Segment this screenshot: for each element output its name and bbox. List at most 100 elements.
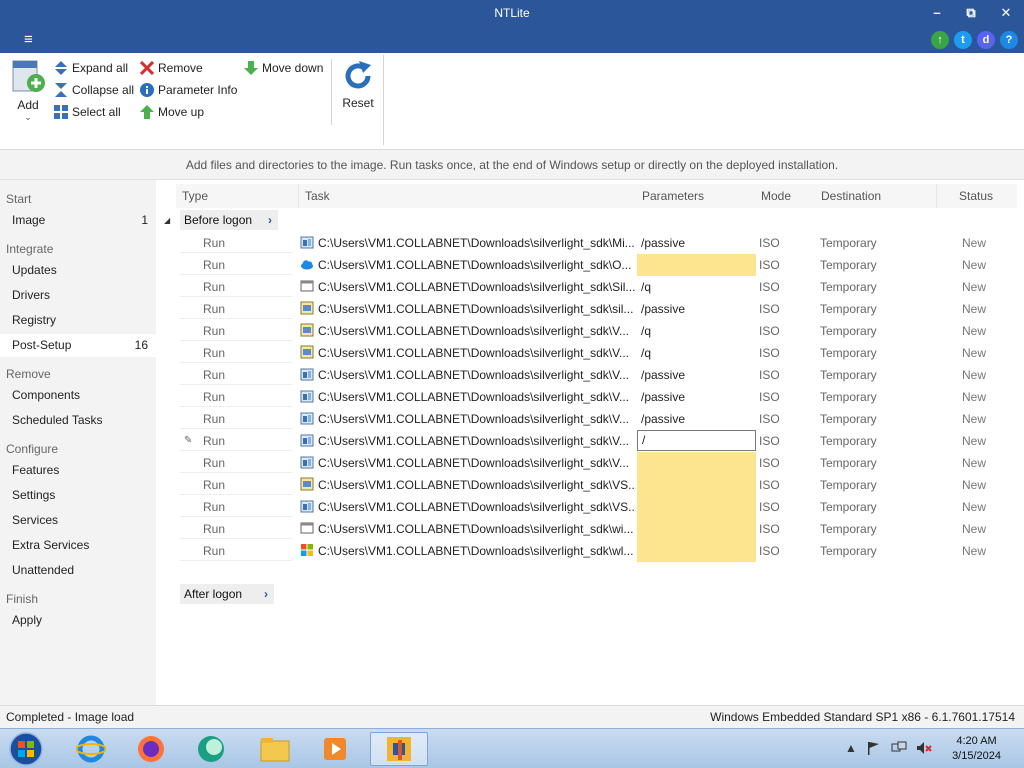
column-header-mode[interactable]: Mode <box>755 184 815 208</box>
cell-destination[interactable]: Temporary <box>820 298 877 320</box>
discord-icon[interactable]: d <box>977 31 995 49</box>
sidebar-item-scheduled-tasks[interactable]: Scheduled Tasks <box>0 409 156 432</box>
select-all-button[interactable]: Select all <box>54 103 121 121</box>
parameter-info-button[interactable]: Parameter Info <box>140 81 237 99</box>
update-arrow-icon[interactable]: ↑ <box>931 31 949 49</box>
taskbar-app[interactable] <box>182 732 240 766</box>
table-row[interactable]: Run C:\Users\VM1.COLLABNET\Downloads\silv… <box>156 496 1024 518</box>
cell-parameters[interactable] <box>637 518 756 540</box>
table-row[interactable]: Run C:\Users\VM1.COLLABNET\Downloads\silv… <box>156 320 1024 342</box>
cell-task[interactable]: C:\Users\VM1.COLLABNET\Downloads\silverl… <box>300 232 636 254</box>
table-row[interactable]: Run C:\Users\VM1.COLLABNET\Downloads\silv… <box>156 386 1024 408</box>
cell-parameters[interactable]: /passive <box>637 232 756 254</box>
network-icon[interactable] <box>891 741 907 758</box>
column-header-parameters[interactable]: Parameters <box>636 184 755 208</box>
collapse-all-button[interactable]: Collapse all <box>54 81 134 99</box>
cell-parameters[interactable] <box>637 474 756 496</box>
table-row[interactable]: Run C:\Users\VM1.COLLABNET\Downloads\silv… <box>156 518 1024 540</box>
table-row[interactable]: Run C:\Users\VM1.COLLABNET\Downloads\silv… <box>156 342 1024 364</box>
cell-destination[interactable]: Temporary <box>820 320 877 342</box>
sidebar-item-unattended[interactable]: Unattended <box>0 559 156 582</box>
sidebar-item-drivers[interactable]: Drivers <box>0 284 156 307</box>
sidebar-item-apply[interactable]: Apply <box>0 609 156 632</box>
minimize-button[interactable]: – <box>924 3 950 23</box>
reset-button[interactable]: Reset <box>340 59 376 110</box>
cell-parameters[interactable] <box>637 254 756 276</box>
column-header-status[interactable]: Status <box>937 184 1017 208</box>
cell-task[interactable]: C:\Users\VM1.COLLABNET\Downloads\silverl… <box>300 342 636 364</box>
cell-task[interactable]: C:\Users\VM1.COLLABNET\Downloads\silverl… <box>300 540 636 562</box>
taskbar-internet-explorer[interactable] <box>62 732 120 766</box>
hamburger-menu-icon[interactable]: ≡ <box>24 32 42 48</box>
cell-parameters[interactable]: /passive <box>637 408 756 430</box>
cell-task[interactable]: C:\Users\VM1.COLLABNET\Downloads\silverl… <box>300 298 636 320</box>
parameter-input[interactable]: / <box>637 430 756 451</box>
cell-task[interactable]: C:\Users\VM1.COLLABNET\Downloads\silverl… <box>300 320 636 342</box>
volume-muted-icon[interactable] <box>916 741 932 758</box>
collapse-triangle-icon[interactable]: ◢ <box>164 216 170 225</box>
cell-destination[interactable]: Temporary <box>820 408 877 430</box>
table-row[interactable]: Run C:\Users\VM1.COLLABNET\Downloads\silv… <box>156 474 1024 496</box>
table-row[interactable]: Run C:\Users\VM1.COLLABNET\Downloads\silv… <box>156 254 1024 276</box>
table-row[interactable]: Run C:\Users\VM1.COLLABNET\Downloads\silv… <box>156 232 1024 254</box>
table-row[interactable]: Run C:\Users\VM1.COLLABNET\Downloads\silv… <box>156 364 1024 386</box>
taskbar-firefox[interactable] <box>122 732 180 766</box>
sidebar-item-image[interactable]: Image 1 <box>0 209 156 232</box>
cell-task[interactable]: C:\Users\VM1.COLLABNET\Downloads\silverl… <box>300 364 636 386</box>
help-icon[interactable]: ? <box>1000 31 1018 49</box>
cell-parameters[interactable]: /q <box>637 342 756 364</box>
start-button[interactable] <box>0 732 52 766</box>
group-after-logon[interactable]: After logon › <box>180 584 274 604</box>
column-header-type[interactable]: Type <box>176 184 298 208</box>
taskbar-ntlite[interactable] <box>370 732 428 766</box>
table-row[interactable]: Run C:\Users\VM1.COLLABNET\Downloads\silv… <box>156 540 1024 562</box>
cell-destination[interactable]: Temporary <box>820 276 877 298</box>
twitter-icon[interactable]: t <box>954 31 972 49</box>
cell-destination[interactable]: Temporary <box>820 342 877 364</box>
sidebar-item-components[interactable]: Components <box>0 384 156 407</box>
sidebar-item-features[interactable]: Features <box>0 459 156 482</box>
remove-button[interactable]: Remove <box>139 59 203 77</box>
table-row[interactable]: ✎ Run C:\Users\VM1.COLLABNET\Downloads\sil… <box>156 430 1024 452</box>
group-before-logon[interactable]: Before logon › <box>180 210 278 230</box>
sidebar-item-settings[interactable]: Settings <box>0 484 156 507</box>
column-header-destination[interactable]: Destination <box>815 184 936 208</box>
cell-destination[interactable]: Temporary <box>820 540 877 562</box>
sidebar-item-services[interactable]: Services <box>0 509 156 532</box>
table-row[interactable]: Run C:\Users\VM1.COLLABNET\Downloads\silv… <box>156 408 1024 430</box>
column-header-task[interactable]: Task <box>299 184 636 208</box>
expand-all-button[interactable]: Expand all <box>54 59 128 77</box>
taskbar-media-player[interactable] <box>306 732 364 766</box>
sidebar-item-updates[interactable]: Updates <box>0 259 156 282</box>
cell-parameters[interactable]: /passive <box>637 298 756 320</box>
move-down-button[interactable]: Move down <box>244 59 323 77</box>
taskbar-explorer[interactable] <box>246 732 304 766</box>
cell-task[interactable]: C:\Users\VM1.COLLABNET\Downloads\silverl… <box>300 408 636 430</box>
cell-destination[interactable]: Temporary <box>820 452 877 474</box>
cell-destination[interactable]: Temporary <box>820 254 877 276</box>
action-center-flag-icon[interactable] <box>866 741 880 758</box>
cell-destination[interactable]: Temporary <box>820 518 877 540</box>
cell-task[interactable]: C:\Users\VM1.COLLABNET\Downloads\silverl… <box>300 276 636 298</box>
table-row[interactable]: Run C:\Users\VM1.COLLABNET\Downloads\silv… <box>156 298 1024 320</box>
cell-parameters[interactable]: /q <box>637 276 756 298</box>
add-button[interactable]: Add ⌄ <box>10 59 46 123</box>
cell-task[interactable]: C:\Users\VM1.COLLABNET\Downloads\silverl… <box>300 254 636 276</box>
close-button[interactable]: ✕ <box>993 3 1019 23</box>
cell-task[interactable]: C:\Users\VM1.COLLABNET\Downloads\silverl… <box>300 496 636 518</box>
cell-destination[interactable]: Temporary <box>820 474 877 496</box>
cell-task[interactable]: C:\Users\VM1.COLLABNET\Downloads\silverl… <box>300 474 636 496</box>
cell-parameters[interactable]: /q <box>637 320 756 342</box>
cell-task[interactable]: C:\Users\VM1.COLLABNET\Downloads\silverl… <box>300 452 636 474</box>
cell-parameters[interactable] <box>637 540 756 562</box>
cell-task[interactable]: C:\Users\VM1.COLLABNET\Downloads\silverl… <box>300 386 636 408</box>
cell-task[interactable]: C:\Users\VM1.COLLABNET\Downloads\silverl… <box>300 430 636 452</box>
cell-destination[interactable]: Temporary <box>820 430 877 452</box>
move-up-button[interactable]: Move up <box>140 103 204 121</box>
system-clock[interactable]: 4:20 AM 3/15/2024 <box>952 734 1001 764</box>
cell-destination[interactable]: Temporary <box>820 386 877 408</box>
cell-parameters[interactable]: /passive <box>637 386 756 408</box>
cell-task[interactable]: C:\Users\VM1.COLLABNET\Downloads\silverl… <box>300 518 636 540</box>
sidebar-item-post-setup[interactable]: Post-Setup 16 <box>0 334 156 357</box>
tray-expand-icon[interactable]: ▲ <box>845 741 857 755</box>
